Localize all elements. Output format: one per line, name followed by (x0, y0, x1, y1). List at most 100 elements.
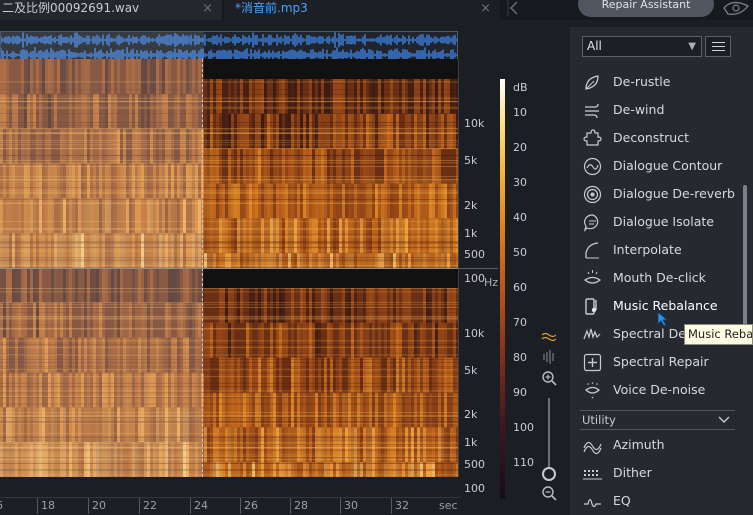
zoom-out-icon[interactable] (541, 485, 557, 501)
spectrogram-cell (432, 357, 435, 393)
zoom-in-icon[interactable] (541, 370, 557, 386)
spectrogram-cell (447, 183, 450, 219)
spectrogram-cell (450, 183, 453, 219)
spectrogram-cell (270, 357, 273, 393)
spectrogram-cell (351, 357, 354, 393)
module-item-voice-de-noise[interactable]: Voice De-noise (580, 378, 740, 404)
spectrogram-cell (435, 218, 438, 254)
eq-icon (584, 498, 601, 508)
spectrogram-cell (417, 322, 420, 358)
spectrogram-cell (297, 113, 300, 149)
channel-divider (0, 268, 458, 269)
spectrogram-cell (435, 357, 438, 393)
module-item-dialogue-contour[interactable]: Dialogue Contour (580, 154, 740, 180)
spectrogram-cell (315, 183, 318, 219)
lens-icon[interactable] (722, 0, 750, 18)
repair-assistant-button[interactable]: Repair Assistant (578, 0, 714, 17)
spectrogram-cell (234, 322, 237, 358)
spectrogram-cell (213, 113, 216, 149)
utility-section-header[interactable]: Utility (580, 410, 735, 430)
selection-edge[interactable] (202, 59, 203, 268)
spectrogram-cell (213, 183, 216, 219)
module-item-interpolate[interactable]: Interpolate (580, 238, 740, 264)
spectrogram-cell (453, 183, 456, 219)
spectrogram-cell (255, 218, 258, 254)
zoom-slider-knob[interactable] (542, 467, 556, 481)
spectrogram-cell (402, 322, 405, 358)
module-item-dialogue-isolate[interactable]: Dialogue Isolate (580, 210, 740, 236)
time-selection[interactable] (0, 268, 203, 477)
spectrogram-cell (381, 253, 384, 268)
spectrogram-cell (300, 218, 303, 254)
module-item-de-rustle[interactable]: De-rustle (580, 70, 740, 96)
module-item-dither[interactable]: Dither (580, 461, 740, 487)
spectrogram-cell (396, 322, 399, 358)
spectrogram-cell (423, 183, 426, 219)
module-label: EQ (613, 493, 631, 508)
menu-button[interactable] (705, 36, 731, 57)
panel-scrollbar[interactable] (743, 185, 747, 325)
tab-file-wav[interactable]: 二及比例00092691.wav × (0, 0, 222, 20)
spectrogram-cell (438, 218, 441, 254)
spectrogram-cell (270, 218, 273, 254)
spectrogram-cell (372, 218, 375, 254)
time-selection[interactable] (0, 59, 203, 268)
spectrogram-cell (423, 253, 426, 268)
module-item-dialogue-de-reverb[interactable]: Dialogue De-reverb (580, 182, 740, 208)
spectrogram-cell (204, 357, 207, 393)
spectrogram-cell (291, 218, 294, 254)
spectrogram-silence (203, 59, 458, 79)
waveform-toggle-icon[interactable] (541, 330, 557, 346)
spectrogram-cell (399, 183, 402, 219)
module-label: Spectral De (613, 326, 686, 341)
tab-file-mp3[interactable]: *消音前.mp3 × (224, 0, 500, 20)
spectrogram-cell (219, 357, 222, 393)
spectrogram[interactable] (0, 59, 458, 477)
spectrogram-cell (225, 218, 228, 254)
module-item-eq[interactable]: EQ (580, 489, 740, 515)
spectrogram-channel-left[interactable] (0, 59, 458, 268)
spectrogram-cell (375, 322, 378, 358)
close-icon[interactable]: × (480, 0, 491, 17)
spectrogram-cell (414, 253, 417, 268)
spectrogram-cell (399, 322, 402, 358)
time-tick: 20 (88, 498, 106, 514)
spectrogram-cell (387, 183, 390, 219)
module-filter-select[interactable]: All ▼ (582, 36, 702, 57)
selection-edge[interactable] (202, 268, 203, 477)
spectrogram-cell (216, 253, 219, 268)
spectrogram-cell (414, 218, 417, 254)
back-arrow-icon[interactable] (505, 0, 523, 16)
spectrogram-cell (357, 113, 360, 149)
spectrogram-cell (285, 253, 288, 268)
module-item-mouth-de-click[interactable]: Mouth De-click (580, 266, 740, 292)
spectrogram-cell (273, 357, 276, 393)
spectrogram-cell (408, 218, 411, 254)
spectrogram-cell (249, 218, 252, 254)
spectrogram-cell (420, 183, 423, 219)
spectrogram-cell (210, 218, 213, 254)
spectrogram-cell (348, 357, 351, 393)
module-item-azimuth[interactable]: Azimuth (580, 433, 740, 459)
spectrogram-cell (438, 322, 441, 358)
spectrogram-cell (381, 183, 384, 219)
module-item-spectral-repair[interactable]: Spectral Repair (580, 350, 740, 376)
spectrogram-toggle-icon[interactable] (541, 349, 557, 365)
spectrogram-cell (351, 183, 354, 219)
time-tick: 32 (391, 498, 409, 514)
spectrogram-cell (231, 218, 234, 254)
spectrogram-channel-right[interactable] (0, 268, 458, 477)
close-icon[interactable]: × (202, 0, 213, 17)
spectrogram-cell (405, 218, 408, 254)
spectrogram-cell (222, 113, 225, 149)
spectrogram-cell (390, 113, 393, 149)
spectrogram-cell (441, 357, 444, 393)
module-item-de-wind[interactable]: De-wind (580, 98, 740, 124)
db-label: 40 (513, 211, 527, 224)
zoom-slider-track[interactable] (548, 398, 550, 470)
spectrogram-cell (399, 253, 402, 268)
time-ruler[interactable]: 18 20 22 24 26 28 30 32 sec 16 (0, 497, 460, 515)
spectrogram-cell (237, 253, 240, 268)
module-item-deconstruct[interactable]: Deconstruct (580, 126, 740, 152)
spectrogram-cell (228, 253, 231, 268)
